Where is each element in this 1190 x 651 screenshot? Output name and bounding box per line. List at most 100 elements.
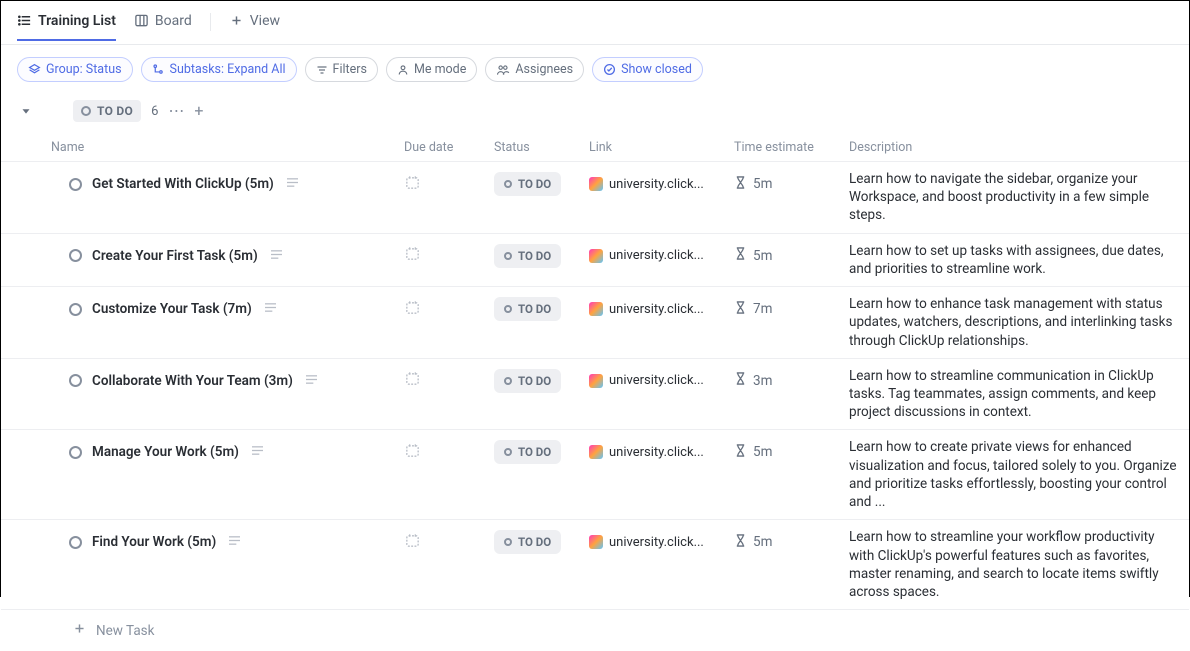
description-icon[interactable] bbox=[305, 373, 318, 389]
filters-pill[interactable]: Filters bbox=[305, 57, 378, 82]
col-link[interactable]: Link bbox=[581, 134, 726, 161]
subtasks-pill[interactable]: Subtasks: Expand All bbox=[141, 57, 297, 82]
task-name-cell[interactable]: Customize Your Task (7m) bbox=[1, 287, 396, 331]
link-cell[interactable]: university.click... bbox=[581, 520, 726, 564]
show-closed-pill[interactable]: Show closed bbox=[592, 57, 703, 82]
link[interactable]: university.click... bbox=[589, 373, 704, 388]
pill-label: Filters bbox=[333, 62, 367, 77]
more-icon[interactable]: ⋯ bbox=[168, 103, 184, 119]
due-date-cell[interactable] bbox=[396, 287, 486, 331]
status-badge[interactable]: TO DO bbox=[494, 440, 561, 464]
status-text: TO DO bbox=[518, 249, 551, 263]
due-date-cell[interactable] bbox=[396, 359, 486, 403]
task-row[interactable]: Get Started With ClickUp (5m) TO DO univer… bbox=[1, 161, 1189, 233]
link-cell[interactable]: university.click... bbox=[581, 162, 726, 206]
group-pill[interactable]: Group: Status bbox=[17, 57, 133, 82]
description-cell[interactable]: Learn how to streamline your workflow pr… bbox=[841, 520, 1189, 609]
hourglass-icon bbox=[734, 300, 747, 319]
status-badge[interactable]: TO DO bbox=[494, 244, 561, 268]
person-icon bbox=[397, 64, 409, 76]
link-cell[interactable]: university.click... bbox=[581, 287, 726, 331]
link[interactable]: university.click... bbox=[589, 445, 704, 460]
description-icon[interactable] bbox=[286, 176, 299, 192]
due-date-cell[interactable] bbox=[396, 234, 486, 278]
status-dot-icon bbox=[504, 305, 512, 313]
status-circle-icon[interactable] bbox=[69, 536, 82, 549]
view-tabs: Training List Board View bbox=[1, 1, 1189, 45]
status-circle-icon[interactable] bbox=[69, 178, 82, 191]
status-cell[interactable]: TO DO bbox=[486, 234, 581, 278]
status-circle-icon[interactable] bbox=[69, 303, 82, 316]
task-name: Manage Your Work (5m) bbox=[92, 444, 239, 460]
task-row[interactable]: Customize Your Task (7m) TO DO university.… bbox=[1, 286, 1189, 358]
tab-training-list[interactable]: Training List bbox=[17, 13, 116, 41]
status-cell[interactable]: TO DO bbox=[486, 520, 581, 564]
description-icon[interactable] bbox=[270, 248, 283, 264]
time-estimate-cell[interactable]: 7m bbox=[726, 287, 841, 331]
link[interactable]: university.click... bbox=[589, 177, 704, 192]
time-estimate-cell[interactable]: 3m bbox=[726, 359, 841, 403]
status-cell[interactable]: TO DO bbox=[486, 287, 581, 331]
col-due-date[interactable]: Due date bbox=[396, 134, 486, 161]
link[interactable]: university.click... bbox=[589, 535, 704, 550]
description-cell[interactable]: Learn how to navigate the sidebar, organ… bbox=[841, 162, 1189, 233]
task-row[interactable]: Find Your Work (5m) TO DO university.click… bbox=[1, 519, 1189, 609]
status-cell[interactable]: TO DO bbox=[486, 359, 581, 403]
time-estimate-cell[interactable]: 5m bbox=[726, 520, 841, 564]
link-cell[interactable]: university.click... bbox=[581, 234, 726, 278]
task-name: Collaborate With Your Team (3m) bbox=[92, 373, 293, 389]
clickup-icon bbox=[589, 249, 603, 263]
time-estimate-cell[interactable]: 5m bbox=[726, 430, 841, 474]
tab-board[interactable]: Board bbox=[134, 13, 192, 41]
status-badge[interactable]: TO DO bbox=[494, 369, 561, 393]
description-icon[interactable] bbox=[251, 444, 264, 460]
col-name[interactable]: Name bbox=[1, 134, 396, 161]
new-task-button[interactable]: New Task bbox=[1, 609, 1189, 651]
add-task-icon[interactable]: + bbox=[194, 103, 203, 119]
hourglass-icon bbox=[734, 443, 747, 462]
time-estimate-cell[interactable]: 5m bbox=[726, 162, 841, 206]
status-cell[interactable]: TO DO bbox=[486, 162, 581, 206]
time-estimate-cell[interactable]: 5m bbox=[726, 234, 841, 278]
status-badge[interactable]: TO DO bbox=[494, 172, 561, 196]
link-cell[interactable]: university.click... bbox=[581, 359, 726, 403]
link[interactable]: university.click... bbox=[589, 302, 704, 317]
status-circle-icon[interactable] bbox=[69, 374, 82, 387]
description-cell[interactable]: Learn how to streamline communication in… bbox=[841, 359, 1189, 430]
status-circle-icon[interactable] bbox=[69, 446, 82, 459]
estimate-text: 7m bbox=[753, 301, 772, 317]
link-text: university.click... bbox=[609, 177, 704, 192]
due-date-cell[interactable] bbox=[396, 430, 486, 474]
status-badge[interactable]: TO DO bbox=[494, 297, 561, 321]
collapse-caret-icon[interactable] bbox=[19, 103, 35, 119]
col-status[interactable]: Status bbox=[486, 134, 581, 161]
task-name-cell[interactable]: Get Started With ClickUp (5m) bbox=[1, 162, 396, 206]
task-name-cell[interactable]: Create Your First Task (5m) bbox=[1, 234, 396, 278]
description-icon[interactable] bbox=[228, 534, 241, 550]
description-cell[interactable]: Learn how to create private views for en… bbox=[841, 430, 1189, 519]
calendar-icon bbox=[404, 532, 421, 553]
task-row[interactable]: Collaborate With Your Team (3m) TO DO univ… bbox=[1, 358, 1189, 430]
status-cell[interactable]: TO DO bbox=[486, 430, 581, 474]
status-badge[interactable]: TO DO bbox=[494, 530, 561, 554]
link-cell[interactable]: university.click... bbox=[581, 430, 726, 474]
description-cell[interactable]: Learn how to set up tasks with assignees… bbox=[841, 234, 1189, 286]
description-cell[interactable]: Learn how to enhance task management wit… bbox=[841, 287, 1189, 358]
assignees-pill[interactable]: Assignees bbox=[485, 57, 584, 82]
task-row[interactable]: Manage Your Work (5m) TO DO university.cli… bbox=[1, 429, 1189, 519]
me-mode-pill[interactable]: Me mode bbox=[386, 57, 477, 82]
task-row[interactable]: Create Your First Task (5m) TO DO universi… bbox=[1, 233, 1189, 286]
description-icon[interactable] bbox=[264, 301, 277, 317]
task-name-cell[interactable]: Find Your Work (5m) bbox=[1, 520, 396, 564]
due-date-cell[interactable] bbox=[396, 162, 486, 206]
task-name-cell[interactable]: Manage Your Work (5m) bbox=[1, 430, 396, 474]
due-date-cell[interactable] bbox=[396, 520, 486, 564]
tab-add-view[interactable]: View bbox=[229, 13, 280, 41]
col-time-estimate[interactable]: Time estimate bbox=[726, 134, 841, 161]
col-description[interactable]: Description bbox=[841, 134, 1189, 161]
task-name-cell[interactable]: Collaborate With Your Team (3m) bbox=[1, 359, 396, 403]
calendar-icon bbox=[404, 174, 421, 195]
status-circle-icon[interactable] bbox=[69, 249, 82, 262]
link[interactable]: university.click... bbox=[589, 248, 704, 263]
group-status-chip[interactable]: TO DO bbox=[73, 100, 141, 122]
